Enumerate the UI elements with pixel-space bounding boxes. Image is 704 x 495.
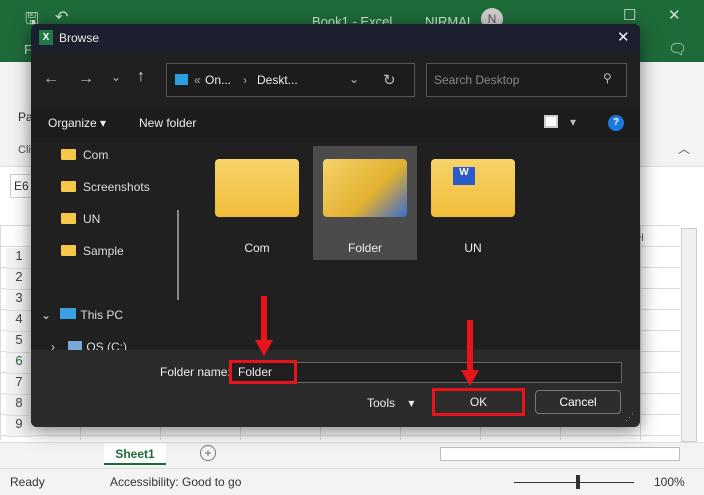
folder-item-un[interactable]: W UN xyxy=(429,159,517,255)
close-window-icon[interactable]: ✕ xyxy=(668,6,681,24)
search-icon: ⚲ xyxy=(603,71,612,85)
navigation-pane: Com Screenshots UN Sample ⌄ This PC › OS… xyxy=(31,138,187,354)
sheet-tab[interactable]: Sheet1 xyxy=(104,443,166,465)
breadcrumb-overflow: « xyxy=(194,73,201,87)
up-icon[interactable]: ↑ xyxy=(137,68,145,86)
folder-item-folder[interactable]: Folder xyxy=(321,159,409,255)
nav-label: Screenshots xyxy=(83,180,150,194)
close-icon[interactable]: ✕ xyxy=(617,28,630,46)
nav-label: Com xyxy=(83,148,109,162)
folder-icon xyxy=(61,213,76,224)
organize-button[interactable]: Organize ▾ xyxy=(48,116,106,130)
breadcrumb-item[interactable]: Deskt... xyxy=(257,73,298,87)
new-folder-button[interactable]: New folder xyxy=(139,116,196,130)
nav-item-this-pc[interactable]: ⌄ This PC xyxy=(41,308,123,322)
folder-label: Com xyxy=(244,241,270,255)
help-icon[interactable]: ? xyxy=(608,115,624,131)
folder-with-images-icon xyxy=(323,159,407,217)
row-header[interactable]: 9 xyxy=(6,416,32,437)
nav-item-un[interactable]: UN xyxy=(61,212,100,226)
folder-icon xyxy=(61,149,76,160)
name-box[interactable]: E6 xyxy=(10,174,32,198)
row-header[interactable]: 2 xyxy=(6,269,32,290)
dialog-toolbar: Organize ▾ New folder ▾ ? xyxy=(31,108,640,138)
comments-icon[interactable]: 🗨 xyxy=(668,40,687,58)
nav-label: This PC xyxy=(80,308,124,322)
zoom-slider[interactable] xyxy=(514,482,634,483)
cancel-button[interactable]: Cancel xyxy=(535,390,621,414)
forward-icon[interactable]: → xyxy=(78,70,94,88)
folder-name-highlight: Folder xyxy=(229,360,297,384)
row-header[interactable]: 4 xyxy=(6,311,32,332)
onedrive-icon xyxy=(175,74,188,85)
tools-label: Tools xyxy=(367,396,396,410)
view-dropdown-icon[interactable]: ▾ xyxy=(570,115,576,129)
row-header[interactable]: 6 xyxy=(6,353,32,374)
folder-label: UN xyxy=(464,241,482,255)
folder-icon xyxy=(61,245,76,256)
row-header[interactable]: 8 xyxy=(6,395,32,416)
excel-icon: X xyxy=(39,30,53,45)
search-placeholder: Search Desktop xyxy=(434,73,520,87)
nav-scrollbar[interactable] xyxy=(177,210,179,300)
word-icon: W xyxy=(453,167,475,185)
dialog-title-bar: X Browse ✕ xyxy=(31,24,640,52)
add-sheet-icon[interactable]: + xyxy=(200,445,216,461)
sheet-tabs-bar: Sheet1 + xyxy=(0,442,704,468)
dialog-footer: Folder name: Folder Tools ▾ OK Cancel ⋰ xyxy=(31,350,640,427)
expand-chevron-icon[interactable]: ⌄ xyxy=(41,308,51,322)
browse-dialog: X Browse ✕ ← → ⌄ ↑ « On... › Deskt... ⌄ … xyxy=(31,24,640,427)
folder-name-label: Folder name: xyxy=(160,365,231,379)
status-text: Ready xyxy=(10,475,45,489)
nav-item-screenshots[interactable]: Screenshots xyxy=(61,180,150,194)
zoom-slider-thumb[interactable] xyxy=(576,475,580,489)
annotation-arrow-head xyxy=(461,370,479,386)
folder-item-com[interactable]: Com xyxy=(213,159,301,255)
pc-icon xyxy=(60,308,77,319)
folder-label: Folder xyxy=(347,241,382,255)
annotation-arrow-shaft xyxy=(467,320,473,372)
maximize-icon[interactable]: ☐ xyxy=(623,6,636,24)
back-icon[interactable]: ← xyxy=(43,70,59,88)
refresh-icon[interactable]: ↻ xyxy=(383,71,396,89)
row-header[interactable]: 1 xyxy=(6,248,32,269)
organize-label: Organize xyxy=(48,116,97,130)
nav-label: Sample xyxy=(83,244,124,258)
collapse-ribbon-icon[interactable]: ︿ xyxy=(678,140,690,157)
row-header[interactable]: 7 xyxy=(6,374,32,395)
nav-item-sample[interactable]: Sample xyxy=(61,244,124,258)
folder-icon xyxy=(61,181,76,192)
recent-chevron-icon[interactable]: ⌄ xyxy=(111,70,121,84)
annotation-arrow-head xyxy=(255,340,273,356)
annotation-arrow-shaft xyxy=(261,296,267,342)
address-dropdown-icon[interactable]: ⌄ xyxy=(349,72,359,86)
folder-icon xyxy=(215,159,299,217)
row-header[interactable]: 5 xyxy=(6,332,32,353)
resize-grip-icon[interactable]: ⋰ xyxy=(625,412,634,423)
address-bar[interactable]: « On... › Deskt... ⌄ ↻ xyxy=(166,63,415,97)
search-input[interactable]: Search Desktop ⚲ xyxy=(426,63,627,97)
breadcrumb-separator: › xyxy=(243,73,247,87)
zoom-level[interactable]: 100% xyxy=(654,475,685,489)
accessibility-status[interactable]: Accessibility: Good to go xyxy=(110,475,241,489)
row-header[interactable]: 3 xyxy=(6,290,32,311)
nav-item-com[interactable]: Com xyxy=(61,148,108,162)
status-bar: Ready Accessibility: Good to go 100% xyxy=(0,468,704,495)
ok-button[interactable]: OK xyxy=(432,388,525,416)
breadcrumb-item[interactable]: On... xyxy=(205,73,231,87)
horizontal-scrollbar[interactable] xyxy=(440,447,680,461)
vertical-scrollbar[interactable] xyxy=(681,228,697,442)
tools-button[interactable]: Tools ▾ xyxy=(367,396,414,410)
nav-label: UN xyxy=(83,212,101,226)
clipboard-group: Cli xyxy=(18,144,31,156)
dialog-title: Browse xyxy=(59,31,100,45)
view-options-icon[interactable] xyxy=(544,115,558,128)
folder-with-word-doc-icon: W xyxy=(431,159,515,217)
folder-name-value: Folder xyxy=(238,365,273,379)
